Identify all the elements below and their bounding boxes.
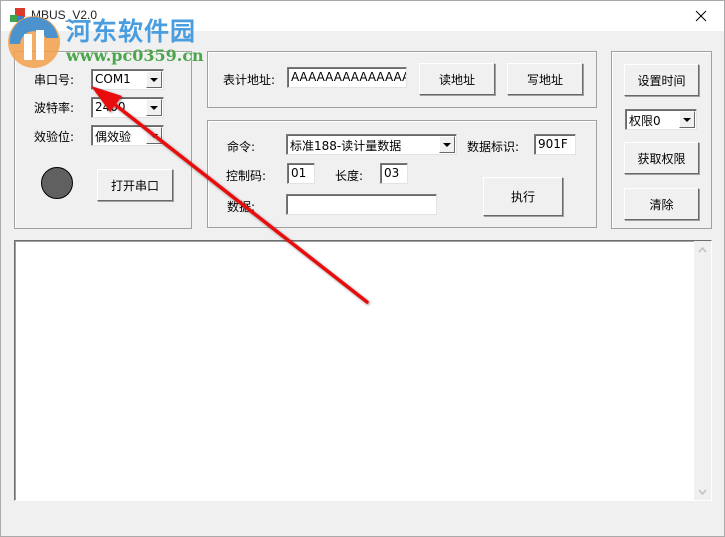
- control-code-input[interactable]: 01: [287, 163, 315, 184]
- command-select[interactable]: 标准188-读计量数据: [286, 134, 457, 155]
- set-time-button[interactable]: 设置时间: [624, 64, 699, 96]
- command-value: 标准188-读计量数据: [290, 139, 402, 153]
- address-input[interactable]: AAAAAAAAAAAAAA: [287, 67, 407, 88]
- length-input[interactable]: 03: [380, 163, 408, 184]
- baud-value: 2400: [95, 100, 126, 114]
- parity-value: 偶效验: [95, 130, 132, 144]
- scroll-up-button[interactable]: [694, 241, 711, 258]
- vertical-scrollbar[interactable]: [694, 241, 711, 500]
- length-label: 长度:: [335, 169, 364, 183]
- close-icon: [695, 10, 707, 22]
- chevron-down-icon: [698, 489, 707, 495]
- read-address-button[interactable]: 读地址: [419, 63, 495, 95]
- chevron-down-icon[interactable]: [439, 136, 455, 153]
- app-window: MBUS_V2.0 串口号: COM1 波特率: 2400 效验位: 偶效验 打…: [0, 0, 725, 537]
- close-button[interactable]: [678, 1, 724, 31]
- data-id-input[interactable]: 901F: [534, 134, 576, 155]
- port-select[interactable]: COM1: [91, 69, 164, 90]
- baud-label: 波特率:: [34, 101, 75, 115]
- connection-status-led: [41, 167, 73, 199]
- baud-select[interactable]: 2400: [91, 97, 164, 118]
- chevron-down-icon[interactable]: [146, 99, 162, 116]
- data-input[interactable]: [286, 194, 437, 215]
- data-label: 数据:: [227, 200, 256, 214]
- command-label: 命令:: [227, 140, 256, 154]
- watermark-site-name: 河东软件园: [66, 17, 197, 46]
- address-label: 表计地址:: [223, 73, 276, 87]
- open-port-button[interactable]: 打开串口: [97, 169, 173, 201]
- log-output[interactable]: [14, 240, 712, 501]
- chevron-down-icon[interactable]: [146, 127, 162, 144]
- scroll-down-button[interactable]: [694, 483, 711, 500]
- watermark-logo-icon: [8, 16, 60, 68]
- clear-button[interactable]: 清除: [624, 188, 699, 220]
- write-address-button[interactable]: 写地址: [507, 63, 583, 95]
- control-code-label: 控制码:: [226, 169, 267, 183]
- chevron-up-icon: [698, 246, 707, 252]
- chevron-down-icon[interactable]: [146, 71, 162, 88]
- port-value: COM1: [95, 72, 131, 86]
- permission-select[interactable]: 权限0: [625, 109, 697, 130]
- parity-label: 效验位:: [34, 130, 75, 144]
- permission-value: 权限0: [629, 114, 661, 128]
- chevron-down-icon[interactable]: [679, 111, 695, 128]
- watermark-url: www.pc0359.cn: [66, 46, 204, 65]
- get-permission-button[interactable]: 获取权限: [624, 142, 699, 174]
- data-id-label: 数据标识:: [467, 140, 520, 154]
- parity-select[interactable]: 偶效验: [91, 125, 164, 146]
- execute-button[interactable]: 执行: [483, 177, 563, 216]
- port-label: 串口号:: [34, 73, 75, 87]
